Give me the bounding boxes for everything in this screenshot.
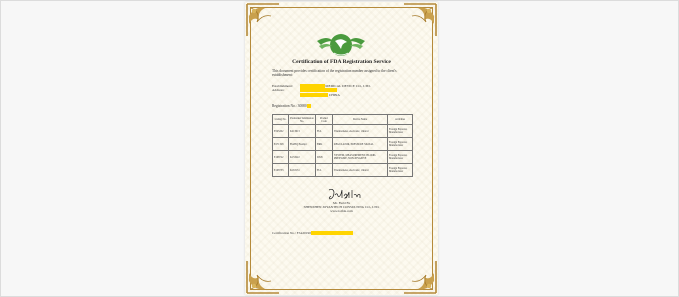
table-cell: E271328 [272,137,289,151]
table-cell: K163131 [288,163,316,177]
table-cell: FIAHQ Exempt [288,137,316,151]
table-cell: Thermometer, electronic, clinical [332,124,388,138]
establishment-block: Establishment: MEDICAL DEVICE CO., LTD. … [272,84,417,97]
table-cell: K213613 [288,124,316,138]
corner-ornament [246,3,279,36]
table-row: E108733 K163131 FLL Thermometer, electro… [272,163,413,177]
table-cell: E108722 [272,150,289,164]
redacted-highlight [306,104,312,108]
address-label: Address: [272,88,285,93]
table-cell: SYSTEM, MEASUREMENT, BLOOD-PRESSURE, NON… [332,150,388,164]
address-line-2: CHINA [272,92,417,97]
table-cell: DXN [315,150,333,164]
column-header: Device Name [332,114,388,125]
table-cell: E108733 [272,163,289,177]
table-cell: Foreign Exporter, Manufacturer [387,150,413,164]
certificate-page: Certification of FDA Registration Servic… [245,2,438,295]
table-header-row: Listing No. Premarket Submission No. Pro… [272,114,413,125]
table-row: E108722 K153222 DXN SYSTEM, MEASUREMENT,… [272,150,413,164]
table-cell: E525202 [272,124,289,138]
table-row: E271328 FIAHQ Exempt BRK REGULATOR, PRES… [272,137,413,151]
certification-number: Certification No.: FJA20190 [272,231,354,235]
registration-number: Registration No.: 30080 [272,104,312,108]
table-cell: Foreign Exporter, Manufacturer [387,163,413,177]
certification-label: Certification No.: FJA20190 [272,231,311,235]
eagle-logo-icon [317,34,365,56]
registration-label: Registration No.: 30080 [272,104,307,108]
table-cell: Foreign Exporter, Manufacturer [387,137,413,151]
table-cell: REGULATOR, PRESSURE SIGNAL [332,137,388,151]
table-cell: FLL [315,124,333,138]
certificate-title: Certification of FDA Registration Servic… [292,59,391,65]
corner-ornament [404,261,437,294]
table-cell: K153222 [288,150,316,164]
table-row: E525202 K213613 FLL Thermometer, electro… [272,124,413,138]
device-listing-table: Listing No. Premarket Submission No. Pro… [272,114,413,177]
redacted-highlight [300,92,328,97]
table-cell: Thermometer, electronic, clinical [332,163,388,177]
column-header: Product Code [315,114,333,125]
column-header: Activities [387,114,413,125]
table-cell: Foreign Exporter, Manufacturer [387,124,413,138]
intro-text: This document provides certification of … [272,69,397,78]
table-cell: BRK [315,137,333,151]
corner-ornament [246,261,279,294]
redacted-highlight [310,231,354,235]
signer-website: www.ioifda.com [330,209,353,214]
table-cell: FLL [315,163,333,177]
column-header: Listing No. [272,114,289,125]
address-suffix: CHINA [328,92,340,97]
corner-ornament [404,3,437,36]
column-header: Premarket Submission No. [288,114,316,125]
handwritten-signature [328,188,361,200]
signer-block: Mr. Field Fu SHENZHEN JOYANTECH CONSULTI… [265,201,418,213]
